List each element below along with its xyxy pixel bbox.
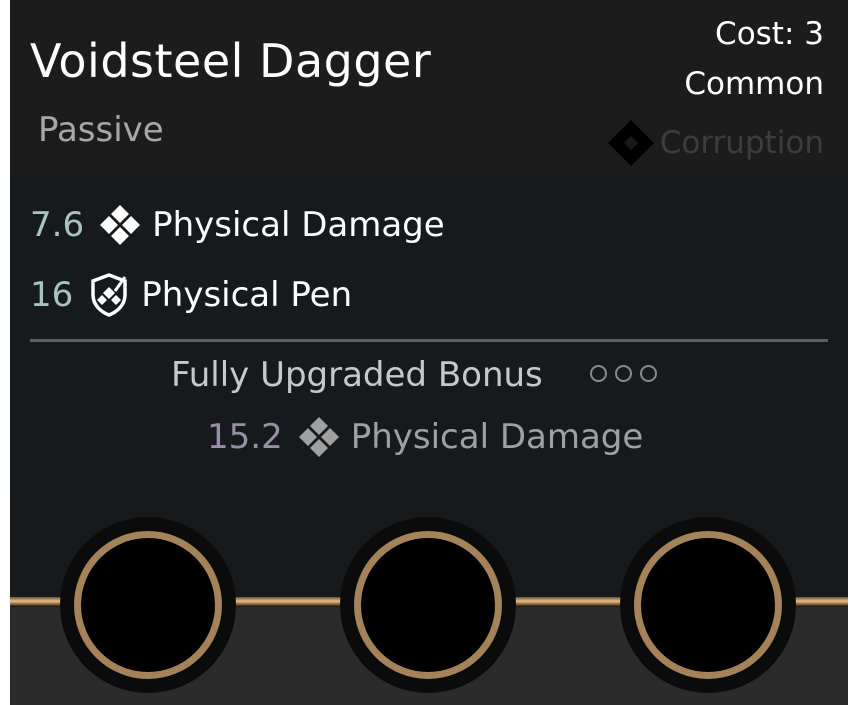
upgrade-socket-2[interactable] [340,517,516,693]
item-school-label: Corruption [659,125,824,161]
stat-label: Physical Damage [152,205,445,245]
physical-damage-icon [100,205,141,245]
socket-bar [10,505,848,705]
upgrade-pip [590,365,607,382]
socket-ring [74,531,222,679]
item-name: Voidsteel Dagger [30,34,432,88]
physical-pen-icon [91,273,128,317]
stat-label: Physical Pen [141,275,353,315]
upgrade-pips [590,365,657,382]
item-tooltip-card: Voidsteel Dagger Passive Cost: 3 Common … [10,0,848,705]
item-rarity: Common [684,66,824,102]
upgrade-bonus-title: Fully Upgraded Bonus [171,355,543,395]
upgrade-pip [615,365,632,382]
stats-divider [30,339,828,342]
item-header: Voidsteel Dagger Passive Cost: 3 Common … [10,0,848,175]
item-stats-panel: 7.6 Physical Damage 16 Physical Pen Full… [10,175,848,505]
bonus-value: 15.2 [207,417,283,457]
upgrade-pip [640,365,657,382]
stat-value: 16 [30,275,74,315]
upgrade-socket-3[interactable] [620,517,796,693]
socket-ring [634,531,782,679]
bonus-label: Physical Damage [350,417,644,457]
corruption-diamond-icon [607,120,654,166]
stat-row: 7.6 Physical Damage [30,201,445,249]
upgrade-socket-1[interactable] [60,517,236,693]
stat-row: 16 Physical Pen [30,271,352,319]
upgrade-bonus-stat: 15.2 Physical Damage [207,413,643,461]
item-school: Corruption [606,118,824,168]
stat-value: 7.6 [30,205,85,245]
physical-damage-icon [298,417,339,457]
item-cost: Cost: 3 [715,16,824,52]
item-type: Passive [38,110,164,150]
socket-ring [354,531,502,679]
